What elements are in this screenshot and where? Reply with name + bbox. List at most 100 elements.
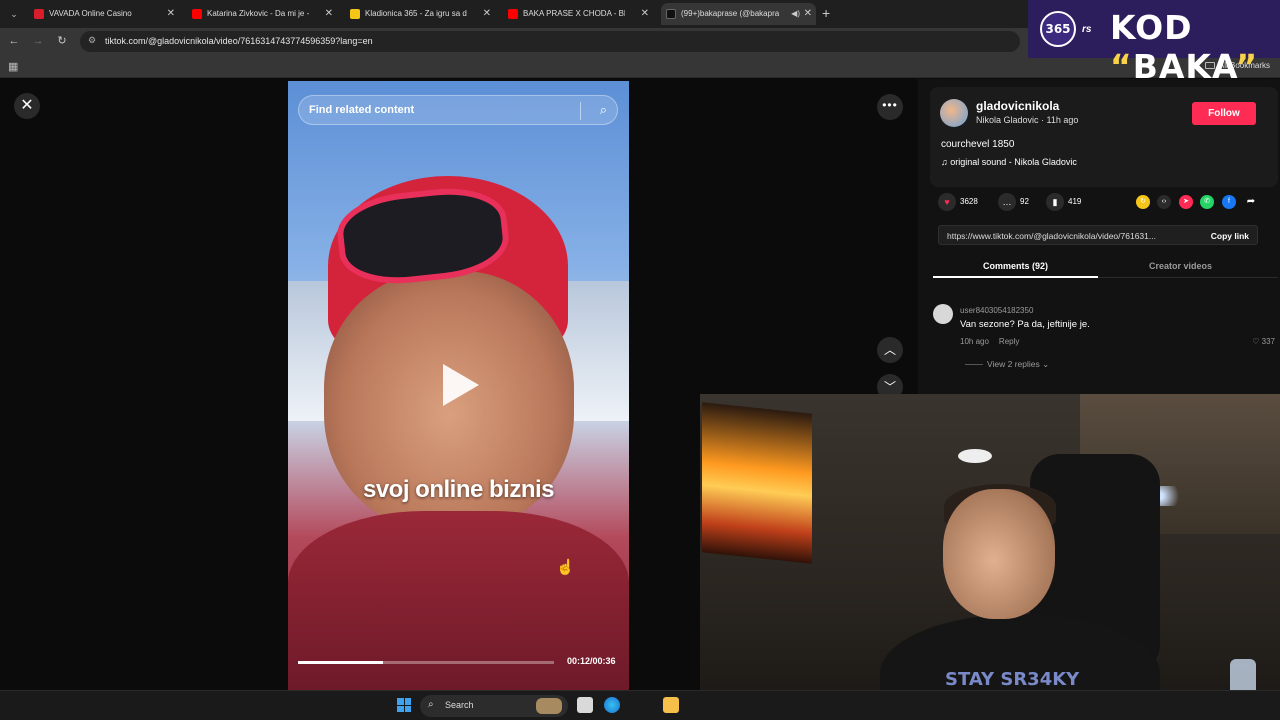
related-search-placeholder: Find related content <box>309 104 415 116</box>
tab-title: VAVADA Online Casino <box>49 9 132 18</box>
youtube-icon <box>508 9 518 19</box>
taskbar-search-label: Search <box>445 700 474 710</box>
share-arrow-icon[interactable]: ➦ <box>1244 195 1258 209</box>
creator-username[interactable]: gladovicnikola <box>976 99 1059 113</box>
close-tab-icon[interactable]: ✕ <box>483 3 491 25</box>
search-icon: ⌕ <box>428 699 434 710</box>
whatsapp-icon[interactable]: ✆ <box>1200 195 1214 209</box>
related-search-input[interactable]: Find related content ⌕ <box>298 95 618 125</box>
view-replies-button[interactable]: View 2 replies ⌄ <box>965 359 1049 370</box>
search-divider <box>580 102 581 120</box>
tab-title: Katarina Zivkovic - Da mi je - 2 <box>207 9 309 18</box>
divider <box>965 364 983 366</box>
send-icon[interactable]: ➤ <box>1179 195 1193 209</box>
creator-card: gladovicnikola Nikola Gladovic · 11h ago… <box>930 87 1278 187</box>
url-text[interactable]: tiktok.com/@gladovicnikola/video/7616314… <box>105 36 373 46</box>
heart-outline-icon: ♡ <box>1252 337 1262 346</box>
file-explorer-icon[interactable] <box>663 697 679 713</box>
video-caption: svoj online biznis <box>362 476 555 503</box>
comment-item: user8403054182350 Van sezone? Pa da, jef… <box>933 302 1278 372</box>
sound-label: original sound - Nikola Gladovic <box>950 157 1077 167</box>
comment-button[interactable]: … 92 <box>998 191 1029 213</box>
close-tab-icon[interactable]: ✕ <box>641 3 649 25</box>
browser-tab-tiktok[interactable]: (99+)bakaprase (@bakapra ◀) ✕ <box>661 3 816 25</box>
bookmarks-bar: ▦ All Bookmarks <box>0 55 1280 78</box>
browser-tab-baka-prase[interactable]: BAKA PRASE X CHODA - BETMI ✕ <box>503 3 653 25</box>
previous-video-button[interactable]: ︿ <box>877 337 903 363</box>
tiktok-icon <box>666 9 676 19</box>
promo-logo-suffix: rs <box>1082 24 1092 35</box>
fireplace-tv <box>702 402 812 564</box>
close-tab-icon[interactable]: ✕ <box>167 3 175 25</box>
youtube-icon <box>192 9 202 19</box>
back-arrow-icon[interactable]: ← <box>6 33 22 49</box>
search-highlight-icon <box>536 698 562 714</box>
play-icon[interactable] <box>443 364 479 406</box>
comment-meta: 10h ago Reply <box>960 337 1019 346</box>
more-options-button[interactable]: ••• <box>877 94 903 120</box>
timecode: 00:12/00:36 <box>567 656 616 666</box>
address-bar[interactable]: ⚙ tiktok.com/@gladovicnikola/video/76163… <box>80 31 1020 52</box>
view-replies-label: View 2 replies <box>987 359 1040 369</box>
streamer-face <box>943 489 1055 619</box>
new-tab-button[interactable]: + <box>822 5 830 21</box>
comment-text: Van sezone? Pa da, jeftinije je. <box>960 319 1090 330</box>
tab-title: Kladionica 365 - Za igru sa dru <box>365 9 467 18</box>
tab-title: BAKA PRASE X CHODA - BETMI <box>523 9 625 18</box>
video-description: courchevel 1850 <box>941 139 1015 150</box>
apps-grid-icon[interactable]: ▦ <box>8 60 18 73</box>
close-tab-icon[interactable]: ✕ <box>325 3 333 25</box>
browser-tab-vavada[interactable]: VAVADA Online Casino ✕ <box>29 3 179 25</box>
tab-title: (99+)bakaprase (@bakapra <box>681 9 780 18</box>
tab-search-chevron-icon[interactable]: ⌄ <box>5 6 23 22</box>
sound-link[interactable]: ♫ original sound - Nikola Gladovic <box>941 157 1077 167</box>
video-player[interactable]: Find related content ⌕ svoj online bizni… <box>288 81 629 690</box>
edge-browser-icon[interactable] <box>604 697 620 713</box>
like-count: 3628 <box>960 197 978 206</box>
kladionica365-icon <box>350 9 360 19</box>
comment-username[interactable]: user8403054182350 <box>960 306 1033 315</box>
progress-bar[interactable] <box>298 661 554 664</box>
share-link-row: https://www.tiktok.com/@gladovicnikola/v… <box>938 225 1258 245</box>
comment-like-button[interactable]: ♡ 337 <box>1252 337 1275 346</box>
browser-tab-kladionica[interactable]: Kladionica 365 - Za igru sa dru ✕ <box>345 3 495 25</box>
reload-icon[interactable]: ↻ <box>54 33 70 49</box>
share-link-text[interactable]: https://www.tiktok.com/@gladovicnikola/v… <box>947 231 1187 241</box>
windows-start-icon[interactable] <box>397 698 411 712</box>
repost-icon[interactable]: ↻ <box>1136 195 1150 209</box>
site-info-icon[interactable]: ⚙ <box>88 35 96 46</box>
promo-code-label: KOD <box>1110 8 1193 47</box>
tab-creator-videos[interactable]: Creator videos <box>1098 256 1263 278</box>
close-tab-icon[interactable]: ✕ <box>804 3 812 25</box>
webcam-overlay: STAY SR34KY <box>700 394 1280 720</box>
search-icon[interactable]: ⌕ <box>600 102 607 118</box>
embed-icon[interactable]: ‹› <box>1157 195 1171 209</box>
bookmark-icon: ▮ <box>1046 192 1064 211</box>
tab-comments[interactable]: Comments (92) <box>933 256 1098 278</box>
follow-button[interactable]: Follow <box>1192 102 1256 125</box>
speaker-icon[interactable]: ◀) <box>791 3 800 25</box>
windows-taskbar: ⌕ Search <box>0 690 1280 720</box>
like-button[interactable]: ♥ 3628 <box>938 191 978 213</box>
heart-icon: ♥ <box>938 192 956 211</box>
copy-link-button[interactable]: Copy link <box>1211 231 1249 241</box>
comment-time: 10h ago <box>960 337 989 346</box>
comment-like-count: 337 <box>1261 337 1275 346</box>
shirt-print-text: STAY SR34KY <box>945 669 1080 690</box>
facebook-icon[interactable]: f <box>1222 195 1236 209</box>
hand-cursor-icon: ☝ <box>556 559 575 576</box>
browser-tab-katarina[interactable]: Katarina Zivkovic - Da mi je - 2 ✕ <box>187 3 337 25</box>
comment-bubble-icon: … <box>998 192 1016 211</box>
avatar[interactable] <box>940 99 968 127</box>
save-button[interactable]: ▮ 419 <box>1046 191 1081 213</box>
music-note-icon: ♫ <box>941 157 951 167</box>
taskbar-search[interactable]: ⌕ Search <box>420 695 568 717</box>
reply-button[interactable]: Reply <box>999 337 1019 346</box>
avatar[interactable] <box>933 304 953 324</box>
ceiling-lamp <box>958 449 992 463</box>
promo-overlay: 365 rs KOD “BAKA” <box>1028 0 1280 86</box>
forward-arrow-icon[interactable]: → <box>30 33 46 49</box>
close-video-button[interactable]: ✕ <box>14 93 40 119</box>
vavada-logo-icon <box>34 9 44 19</box>
task-view-icon[interactable] <box>577 697 593 713</box>
